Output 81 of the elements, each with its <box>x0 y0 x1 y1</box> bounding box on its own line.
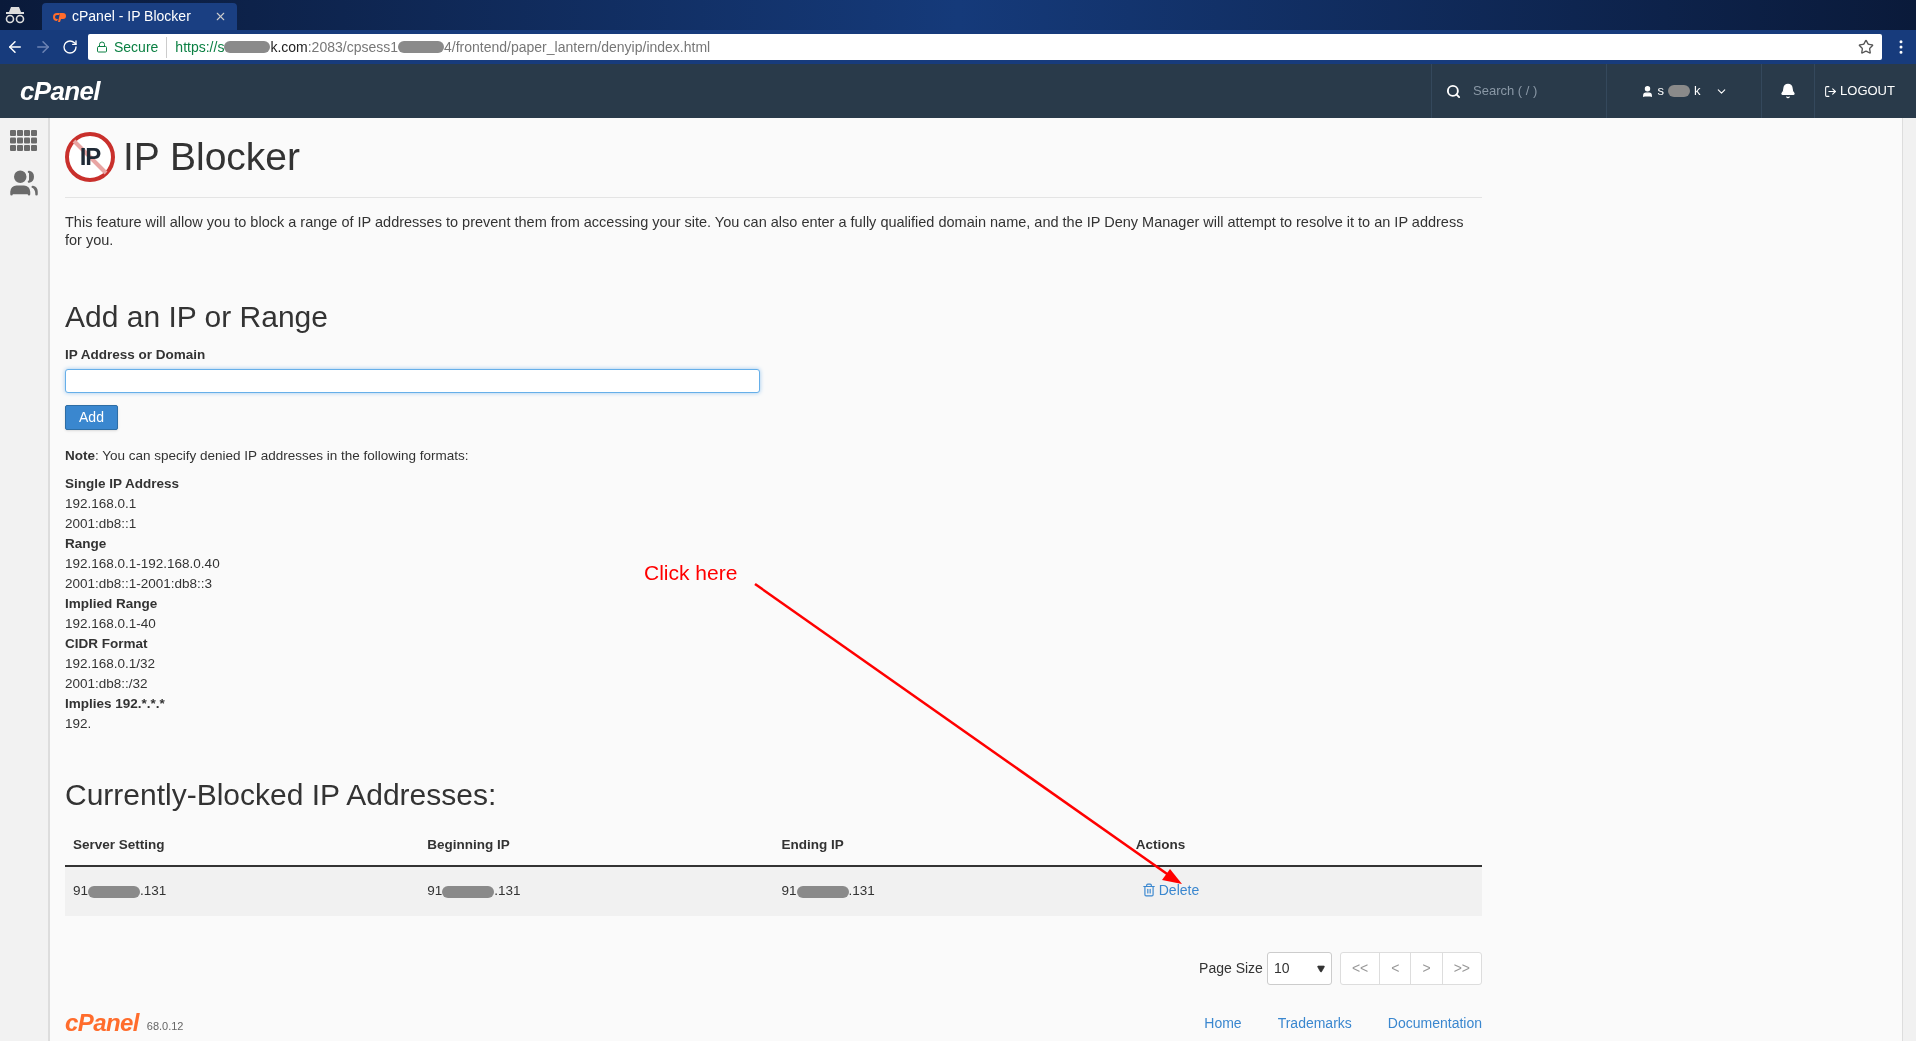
ip-address-field[interactable] <box>65 368 760 394</box>
description-text: This feature will allow you to block a range of IP addresses to prevent them from accessing your site. You can also enter a fully qualified domain name, and the IP Deny Manager will attempt to resolve it to an IP address for you. <box>65 212 1465 249</box>
version-text: 68.0.12 <box>146 1018 184 1034</box>
pagination-button[interactable]: < <box>1379 953 1411 984</box>
text-part: 91 <box>73 883 89 899</box>
table-heading: Currently-Blocked IP Addresses: <box>65 776 498 813</box>
address-bar[interactable]: Secure https://s k.com:2083/cpsess1 4/frontend/paper_lantern/denyip/index.html <box>88 34 1882 60</box>
lock-icon <box>96 41 108 53</box>
format-heading: CIDR Format <box>65 634 148 653</box>
user-menu[interactable]: s k <box>1606 64 1761 118</box>
footer-cpanel-logo[interactable]: cPanel <box>65 1005 139 1041</box>
redaction-mark <box>398 41 445 53</box>
text-part: 91 <box>427 883 443 899</box>
field-label: IP Address or Domain <box>65 345 207 364</box>
users-icon[interactable] <box>9 168 39 198</box>
note-text: Note: You can specify denied IP addresses in the following formats: <box>65 446 470 465</box>
format-example: 192.168.0.1 <box>65 494 137 513</box>
redaction-mark <box>1668 85 1690 97</box>
delete-link[interactable]: Delete <box>1141 879 1200 901</box>
ip-blocked-icon: IP <box>65 132 115 183</box>
incognito-icon <box>4 5 26 25</box>
footer-link[interactable]: Trademarks <box>1277 1012 1352 1034</box>
url-host: k.com <box>270 37 308 57</box>
page-size-select[interactable]: 10 <box>1266 952 1332 985</box>
footer-link[interactable]: Home <box>1204 1012 1242 1034</box>
text-part: k <box>1694 82 1701 101</box>
column-header: Beginning IP <box>419 824 774 866</box>
forward-icon[interactable] <box>34 38 52 56</box>
notifications-bell-icon[interactable] <box>1780 83 1796 99</box>
trash-icon <box>1141 883 1156 898</box>
cpanel-favicon-icon <box>52 10 66 23</box>
url-path: 4/frontend/paper_lantern/denyip/index.html <box>444 37 711 57</box>
redaction-mark <box>224 41 271 53</box>
browser-tab[interactable]: cPanel - IP Blocker <box>42 3 237 30</box>
text-part: .131 <box>494 883 521 899</box>
redaction-mark <box>88 885 141 898</box>
cpanel-logo[interactable]: cPanel <box>20 71 100 111</box>
text-part: 91 <box>781 883 797 899</box>
user-icon <box>1640 84 1654 98</box>
format-example: 192.168.0.1-192.168.0.40 <box>65 554 220 573</box>
text-part: .131 <box>848 883 875 899</box>
format-example: 192.168.0.1-40 <box>65 614 156 633</box>
secure-label: Secure <box>114 36 168 58</box>
search-field[interactable]: Search ( / ) <box>1473 81 1583 101</box>
logout-icon <box>1824 84 1838 98</box>
pagination-button[interactable]: << <box>1340 953 1380 984</box>
close-icon[interactable] <box>214 10 227 23</box>
column-header: Actions <box>1127 824 1482 866</box>
dropdown-caret-icon <box>1316 964 1325 973</box>
add-button[interactable]: Add <box>65 405 118 430</box>
annotation-text: Click here <box>644 560 738 586</box>
format-heading: Implies 192.*.*.* <box>65 694 165 713</box>
format-heading: Implied Range <box>65 594 158 613</box>
format-example: 2001:db8::1 <box>65 514 137 533</box>
column-header: Ending IP <box>773 824 1128 866</box>
column-header: Server Setting <box>65 824 420 866</box>
text-part: .131 <box>140 883 167 899</box>
format-example: 2001:db8::1-2001:db8::3 <box>65 574 213 593</box>
format-heading: Range <box>65 534 107 553</box>
section-heading: Add an IP or Range <box>65 298 329 335</box>
pagination-button[interactable]: > <box>1410 953 1442 984</box>
text-part: s <box>1657 82 1664 101</box>
search-icon <box>1446 83 1461 99</box>
format-example: 2001:db8::/32 <box>65 674 148 693</box>
logout-button[interactable]: LOGOUT <box>1814 64 1904 118</box>
reload-icon[interactable] <box>62 39 78 55</box>
back-icon[interactable] <box>6 38 24 56</box>
tab-title: cPanel - IP Blocker <box>72 7 192 26</box>
bookmark-star-icon[interactable] <box>1858 39 1874 55</box>
page-title: IP Blocker <box>123 134 301 180</box>
redaction-mark <box>442 885 495 898</box>
url-path: :2083/cpsess1 <box>307 37 399 57</box>
page-size-label: Page Size <box>1199 959 1263 978</box>
grid-icon[interactable] <box>10 130 38 152</box>
url-scheme: https://s <box>175 37 225 57</box>
pagination-button[interactable]: >> <box>1441 953 1481 984</box>
format-heading: Single IP Address <box>65 474 180 493</box>
redaction-mark <box>796 885 849 898</box>
format-example: 192.168.0.1/32 <box>65 654 156 673</box>
format-example: 192. <box>65 714 92 733</box>
footer-link[interactable]: Documentation <box>1387 1012 1482 1034</box>
